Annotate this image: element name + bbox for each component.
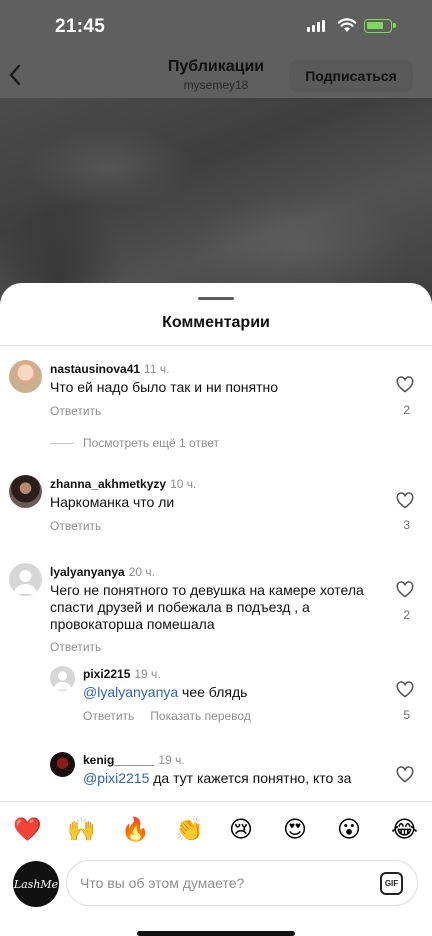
- comments-list[interactable]: nastausinova41 11 ч. Что ей надо было так…: [0, 346, 432, 800]
- comment-text: Что ей надо было так и ни понятно: [50, 379, 279, 395]
- comment-actions: Ответить: [50, 404, 117, 418]
- heart-icon[interactable]: [396, 581, 414, 598]
- emoji-clap[interactable]: 👏: [175, 816, 204, 842]
- like-count: 5: [403, 708, 410, 722]
- reply-button[interactable]: Ответить: [50, 404, 101, 418]
- comment-input-placeholder: Что вы об этом думаете?: [80, 875, 245, 891]
- emoji-heart[interactable]: ❤️: [13, 816, 42, 842]
- avatar[interactable]: [9, 563, 42, 596]
- comment-item: lyalyanyanya 20 ч. Чего не понятного то д…: [0, 544, 432, 656]
- emoji-bar: ❤️ 🙌 🔥 👏 😢 😍 😮 😂: [0, 801, 432, 857]
- battery-icon: [364, 19, 396, 33]
- heart-icon[interactable]: [396, 681, 414, 698]
- heart-icon[interactable]: [396, 766, 414, 783]
- reply-button[interactable]: Ответить: [50, 640, 101, 654]
- view-more-replies[interactable]: Посмотреть ещё 1 ответ: [50, 436, 219, 450]
- emoji-raised-hands[interactable]: 🙌: [67, 816, 96, 842]
- comment-text: @pixi2215 да тут кажется понятно, кто за: [83, 770, 352, 786]
- reply-button[interactable]: Ответить: [83, 709, 134, 723]
- like-count: 2: [403, 403, 410, 417]
- cellular-signal-icon: [307, 20, 325, 32]
- comment-actions: Ответить Показать перевод: [83, 709, 267, 723]
- heart-icon[interactable]: [396, 376, 414, 393]
- comment-item: nastausinova41 11 ч. Что ей надо было так…: [0, 346, 432, 454]
- home-indicator: [137, 931, 295, 936]
- translate-button[interactable]: Показать перевод: [150, 709, 251, 723]
- avatar[interactable]: [50, 666, 75, 691]
- emoji-laughing[interactable]: 😂: [391, 816, 418, 842]
- reply-button[interactable]: Ответить: [50, 519, 101, 533]
- header: Публикации mysemey18 Подписаться: [0, 52, 432, 98]
- comment-actions: Ответить: [50, 519, 117, 533]
- comment-input[interactable]: Что вы об этом думаете? GIF: [66, 860, 418, 906]
- gif-icon[interactable]: GIF: [380, 872, 403, 895]
- mention-link[interactable]: @pixi2215: [83, 770, 149, 786]
- comment-item: zhanna_akhmetkyzy 10 ч. Наркоманка что ли…: [0, 454, 432, 544]
- heart-icon[interactable]: [396, 492, 414, 509]
- avatar[interactable]: [9, 475, 42, 508]
- emoji-heart-eyes[interactable]: 😍: [283, 816, 307, 842]
- comment-actions: Ответить: [50, 640, 117, 654]
- follow-button[interactable]: Подписаться: [289, 60, 413, 92]
- reply-item: kenig______ 19 ч. @pixi2215 да тут кажетс…: [0, 746, 432, 800]
- like-count: 2: [403, 608, 410, 622]
- mention-link[interactable]: @lyalyanyanya: [83, 684, 178, 700]
- comment-text: Наркоманка что ли: [50, 494, 175, 510]
- wifi-icon: [337, 18, 357, 32]
- sheet-grabber[interactable]: [198, 297, 234, 300]
- sheet-title: Комментарии: [162, 314, 270, 331]
- default-avatar-icon: [53, 671, 72, 690]
- comment-text: Чего не понятного то девушка на камере х…: [50, 582, 364, 632]
- emoji-crying[interactable]: 😢: [229, 816, 253, 842]
- comment-composer: LashMe Что вы об этом думаете? GIF: [0, 857, 432, 917]
- comment-username[interactable]: lyalyanyanya 20 ч.: [50, 565, 155, 579]
- status-time: 21:45: [55, 16, 106, 37]
- like-count: 3: [403, 518, 410, 532]
- emoji-surprised[interactable]: 😮: [337, 816, 361, 842]
- comment-username[interactable]: nastausinova41 11 ч.: [50, 362, 169, 376]
- avatar[interactable]: [50, 752, 75, 777]
- default-avatar-icon: [14, 570, 37, 594]
- comments-sheet: Комментарии nastausinova41 11 ч. Что ей н…: [0, 283, 432, 936]
- comment-username[interactable]: pixi2215 19 ч.: [83, 667, 161, 681]
- comment-username[interactable]: zhanna_akhmetkyzy 10 ч.: [50, 477, 196, 491]
- my-avatar[interactable]: LashMe: [13, 861, 59, 907]
- avatar[interactable]: [9, 360, 42, 393]
- reply-item: pixi2215 19 ч. @lyalyanyanya чее блядь От…: [0, 656, 432, 746]
- status-bar: 21:45: [0, 0, 432, 52]
- comment-username[interactable]: kenig______ 19 ч.: [83, 753, 185, 767]
- emoji-fire[interactable]: 🔥: [121, 816, 150, 842]
- comment-text: @lyalyanyanya чее блядь: [83, 684, 248, 700]
